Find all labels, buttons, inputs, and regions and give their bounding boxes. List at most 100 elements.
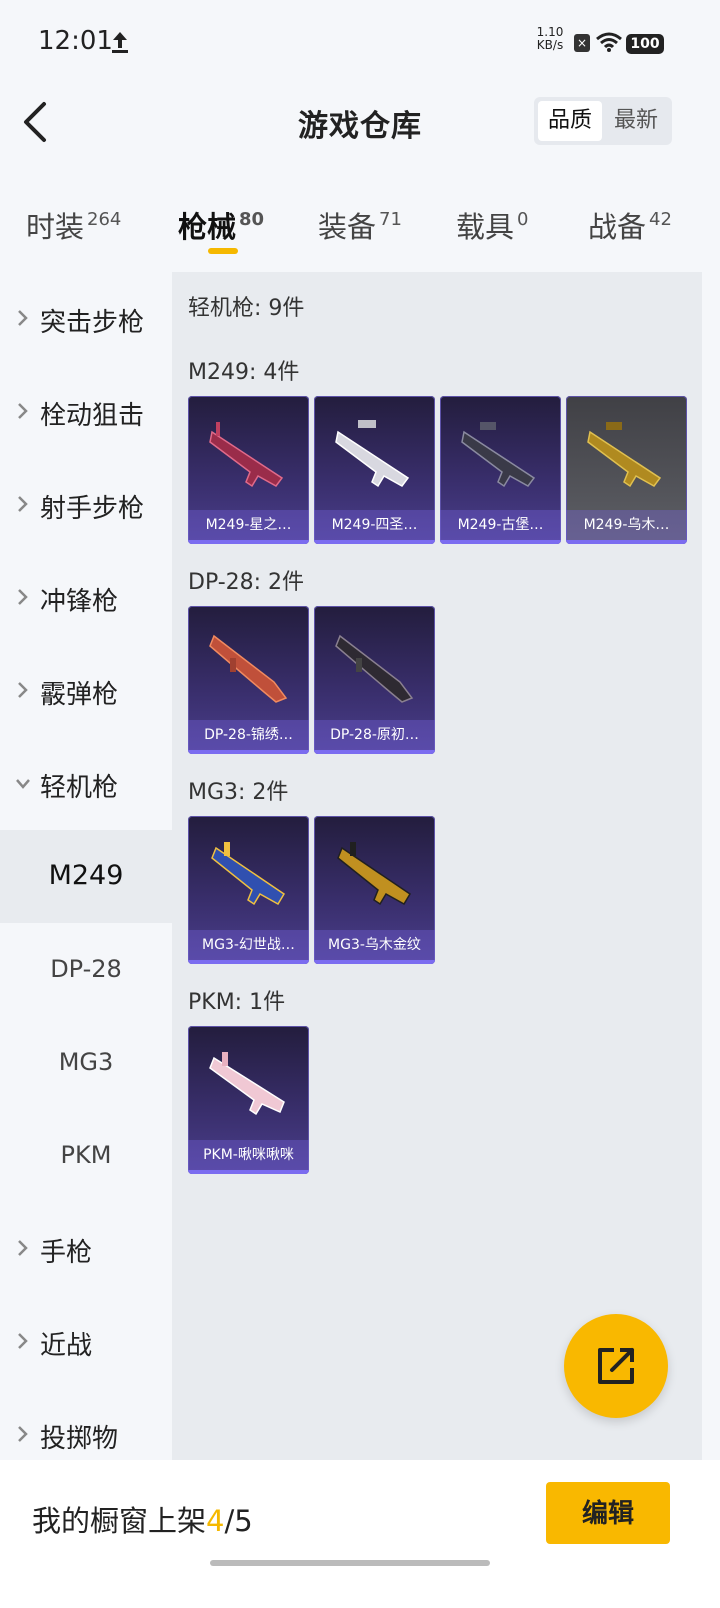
- item-name: DP-28-锦绣…: [188, 720, 309, 750]
- item-card[interactable]: DP-28-锦绣…: [188, 606, 309, 754]
- chevron-down-icon: [16, 779, 30, 789]
- sort-option-quality[interactable]: 品质: [538, 101, 602, 141]
- tab-firearms[interactable]: 枪械 80: [178, 204, 264, 246]
- item-name: DP-28-原初…: [314, 720, 435, 750]
- tab-count: 264: [87, 209, 122, 230]
- tab-count: 80: [239, 209, 265, 230]
- gun-image-icon: [211, 842, 286, 906]
- rarity-bar: [314, 750, 435, 754]
- sidebar-item-marksman-rifle[interactable]: 射手步枪: [0, 458, 172, 551]
- chevron-right-icon: [18, 403, 28, 419]
- item-card[interactable]: MG3-幻世战…: [188, 816, 309, 964]
- item-card[interactable]: DP-28-原初…: [314, 606, 435, 754]
- sidebar-sub-label: DP-28: [50, 955, 122, 983]
- sim-icon: ×: [574, 34, 590, 52]
- sidebar-sub-label: M249: [48, 860, 124, 891]
- showcase-status: 我的橱窗上架4/5: [32, 1504, 253, 1538]
- item-name: MG3-幻世战…: [188, 930, 309, 960]
- sidebar-item-assault-rifle[interactable]: 突击步枪: [0, 272, 172, 365]
- rarity-bar: [188, 750, 309, 754]
- group-title-m249: M249: 4件: [188, 360, 300, 385]
- sidebar-item-label: 栓动狙击: [40, 401, 145, 431]
- sort-option-newest[interactable]: 最新: [604, 101, 668, 141]
- chevron-right-icon: [18, 1426, 28, 1442]
- showcase-total: /5: [224, 1504, 253, 1538]
- gun-image-icon: [209, 1052, 285, 1116]
- gun-image-icon: [335, 634, 414, 703]
- share-button[interactable]: [564, 1314, 668, 1418]
- chevron-right-icon: [18, 1333, 28, 1349]
- gun-image-icon: [461, 422, 536, 488]
- chevron-right-icon: [18, 496, 28, 512]
- rarity-bar: [566, 540, 687, 544]
- chevron-right-icon: [18, 682, 28, 698]
- item-grid-panel: 轻机枪: 9件 M249: 4件 M249-星之… M249-四圣… M249-…: [172, 272, 702, 1460]
- item-card[interactable]: MG3-乌木金纹: [314, 816, 435, 964]
- gun-image-icon: [337, 842, 412, 906]
- sidebar-item-shotgun[interactable]: 霰弹枪: [0, 644, 172, 737]
- sidebar-item-lmg[interactable]: 轻机枪: [0, 737, 172, 830]
- chevron-right-icon: [18, 589, 28, 605]
- sidebar-item-bolt-sniper[interactable]: 栓动狙击: [0, 365, 172, 458]
- tab-active-indicator: [208, 248, 238, 254]
- item-name: M249-古堡…: [440, 510, 561, 540]
- share-icon: [598, 1348, 634, 1384]
- item-card[interactable]: PKM-啾咪啾咪: [188, 1026, 309, 1174]
- sidebar-item-melee[interactable]: 近战: [0, 1295, 172, 1388]
- item-card[interactable]: M249-四圣…: [314, 396, 435, 544]
- sidebar-sub-label: PKM: [60, 1141, 112, 1169]
- group-title-dp28: DP-28: 2件: [188, 570, 305, 595]
- rarity-bar: [440, 540, 561, 544]
- status-time: 12:01: [38, 26, 113, 56]
- edit-button[interactable]: 编辑: [546, 1482, 670, 1544]
- sidebar-item-label: 投掷物: [40, 1424, 119, 1454]
- status-bar: 12:01 1.10 KB/s × 100: [0, 0, 720, 70]
- rarity-bar: [188, 1170, 309, 1174]
- sidebar-sub-m249[interactable]: M249: [0, 830, 172, 923]
- gun-image-icon: [209, 422, 284, 488]
- item-card[interactable]: M249-乌木…: [566, 396, 687, 544]
- item-name: PKM-啾咪啾咪: [188, 1140, 309, 1170]
- category-summary: 轻机枪: 9件: [188, 296, 305, 321]
- sidebar-item-label: 霰弹枪: [40, 680, 119, 710]
- item-card[interactable]: M249-星之…: [188, 396, 309, 544]
- tab-count: 42: [649, 209, 672, 230]
- gun-image-icon: [335, 420, 410, 488]
- tab-count: 0: [517, 209, 529, 230]
- item-name: M249-四圣…: [314, 510, 435, 540]
- wifi-icon: [596, 32, 622, 52]
- sidebar-sub-mg3[interactable]: MG3: [0, 1016, 172, 1109]
- bottom-bar: 我的橱窗上架4/5 编辑: [0, 1460, 720, 1608]
- home-indicator[interactable]: [210, 1560, 490, 1566]
- tab-skins[interactable]: 时装 264: [26, 204, 121, 246]
- tab-count: 71: [379, 209, 402, 230]
- net-speed-unit: KB/s: [536, 38, 564, 52]
- upload-icon: [112, 32, 128, 53]
- net-speed: 1.10 KB/s: [530, 26, 570, 52]
- group-title-mg3: MG3: 2件: [188, 780, 289, 805]
- sidebar: 突击步枪 栓动狙击 射手步枪 冲锋枪 霰弹枪 轻机枪 M249 DP-28 MG…: [0, 272, 172, 1460]
- battery-icon: 100: [626, 34, 664, 54]
- sidebar-item-pistol[interactable]: 手枪: [0, 1202, 172, 1295]
- sidebar-sub-pkm[interactable]: PKM: [0, 1109, 172, 1202]
- tab-equipment[interactable]: 装备 71: [318, 204, 402, 246]
- sidebar-item-label: 突击步枪: [40, 308, 145, 338]
- sidebar-item-smg[interactable]: 冲锋枪: [0, 551, 172, 644]
- sidebar-item-throwable[interactable]: 投掷物: [0, 1388, 172, 1460]
- sort-toggle: 品质 最新: [534, 97, 672, 145]
- item-name: M249-乌木…: [566, 510, 687, 540]
- gun-image-icon: [587, 422, 662, 488]
- sidebar-item-label: 轻机枪: [40, 773, 119, 803]
- rarity-bar: [188, 540, 309, 544]
- item-name: MG3-乌木金纹: [314, 930, 435, 960]
- tab-vehicles[interactable]: 载具 0: [456, 204, 528, 246]
- category-tabs: 时装 264 枪械 80 装备 71 载具 0 战备 42: [0, 190, 720, 265]
- chevron-right-icon: [18, 310, 28, 326]
- sidebar-sub-dp28[interactable]: DP-28: [0, 923, 172, 1016]
- rarity-bar: [188, 960, 309, 964]
- rarity-bar: [314, 960, 435, 964]
- tab-supplies[interactable]: 战备 42: [588, 204, 672, 246]
- item-name: M249-星之…: [188, 510, 309, 540]
- item-card[interactable]: M249-古堡…: [440, 396, 561, 544]
- sidebar-item-label: 射手步枪: [40, 494, 145, 524]
